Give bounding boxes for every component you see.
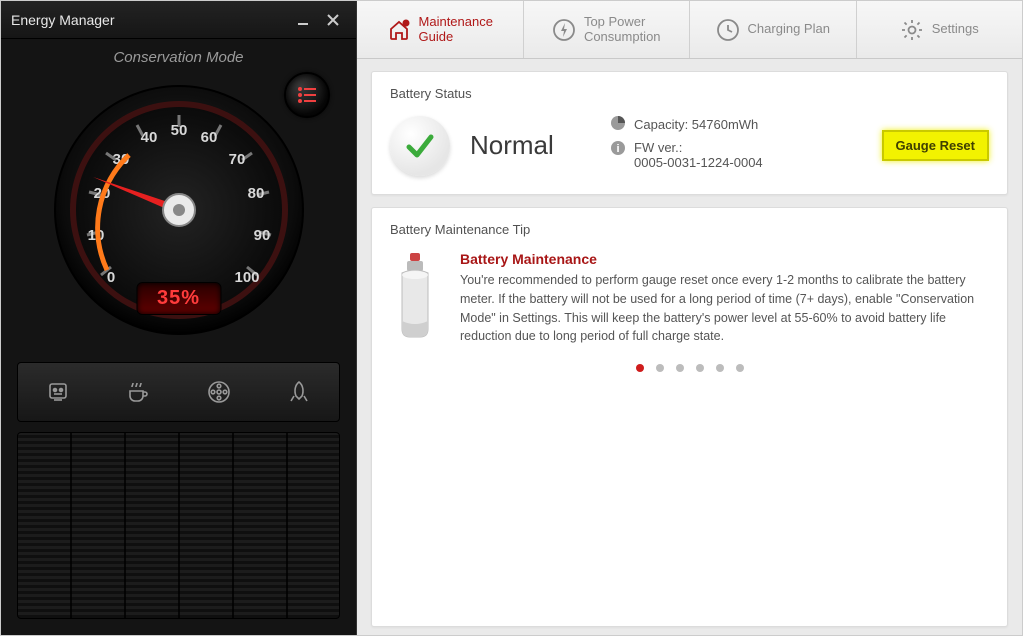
svg-text:40: 40 [140,129,157,146]
minimize-icon [297,14,309,26]
tab-label: Settings [932,22,979,37]
titlebar: Energy Manager [1,1,356,39]
tip-text: You're recommended to perform gauge rese… [460,271,989,346]
svg-text:70: 70 [228,151,245,168]
tool-coffee[interactable] [118,372,158,412]
spray-can-wrap [390,251,440,346]
pager [390,364,989,372]
tab-label: Charging Plan [748,22,830,37]
svg-text:80: 80 [247,185,264,202]
right-panel: ! Maintenance Guide Top Power Consumptio… [357,1,1022,635]
fw-value: 0005-0031-1224-0004 [634,155,763,170]
tab-top-power[interactable]: Top Power Consumption [524,1,691,58]
svg-text:!: ! [405,21,406,27]
left-panel: Energy Manager Conservation Mode [1,1,357,635]
home-alert-icon: ! [387,18,411,42]
status-meta: Capacity: 54760mWh i FW ver.: 0005-0031-… [610,115,862,176]
section-title: Battery Maintenance Tip [390,222,989,237]
pager-dot[interactable] [716,364,724,372]
minimize-button[interactable] [290,9,316,31]
tool-rocket[interactable] [279,372,319,412]
gauge-area: 0 10 20 30 40 50 60 70 80 90 100 [1,72,356,352]
coffee-icon [125,379,151,405]
app-root: Energy Manager Conservation Mode [0,0,1023,636]
svg-text:50: 50 [170,122,187,139]
tip-title: Battery Maintenance [460,251,989,267]
battery-status-card: Battery Status Normal Capacity: 54760mWh [371,71,1008,195]
grille-texture [17,432,340,619]
tab-label: Maintenance Guide [419,15,493,45]
pie-icon [610,115,626,134]
rocket-icon [286,379,312,405]
pager-dot[interactable] [636,364,644,372]
section-title: Battery Status [390,86,989,101]
pager-dot[interactable] [696,364,704,372]
close-button[interactable] [320,9,346,31]
tool-robot[interactable] [38,372,78,412]
app-title: Energy Manager [11,12,286,28]
tab-label: Top Power Consumption [584,15,661,45]
film-reel-icon [206,379,232,405]
gauge-percent: 35% [136,282,221,315]
tab-charging-plan[interactable]: Charging Plan [690,1,857,58]
gauge: 0 10 20 30 40 50 60 70 80 90 100 [49,80,309,340]
close-icon [327,14,339,26]
fw-label: FW ver.: [634,140,682,155]
status-icon-wrap [390,116,450,176]
robot-icon [45,379,71,405]
battery-tip-card: Battery Maintenance Tip Battery Maintena… [371,207,1008,627]
bolt-icon [552,18,576,42]
content: Battery Status Normal Capacity: 54760mWh [357,59,1022,635]
pager-dot[interactable] [736,364,744,372]
info-icon: i [610,140,626,159]
checkmark-icon [403,129,437,163]
mode-label: Conservation Mode [1,49,356,66]
gauge-reset-button[interactable]: Gauge Reset [882,130,989,161]
pager-dot[interactable] [676,364,684,372]
tab-settings[interactable]: Settings [857,1,1023,58]
svg-text:0: 0 [106,269,114,286]
gear-icon [900,18,924,42]
toolbar [17,362,340,422]
spray-can-icon [390,251,440,341]
tabs: ! Maintenance Guide Top Power Consumptio… [357,1,1022,59]
capacity-label: Capacity: 54760mWh [634,117,758,132]
svg-text:90: 90 [253,227,270,244]
tab-maintenance-guide[interactable]: ! Maintenance Guide [357,1,524,58]
tool-reel[interactable] [199,372,239,412]
svg-text:100: 100 [234,269,259,286]
clock-icon [716,18,740,42]
status-text: Normal [470,130,590,161]
pager-dot[interactable] [656,364,664,372]
fw-block: FW ver.: 0005-0031-1224-0004 [634,140,763,170]
svg-text:i: i [616,143,619,155]
svg-text:60: 60 [200,129,217,146]
